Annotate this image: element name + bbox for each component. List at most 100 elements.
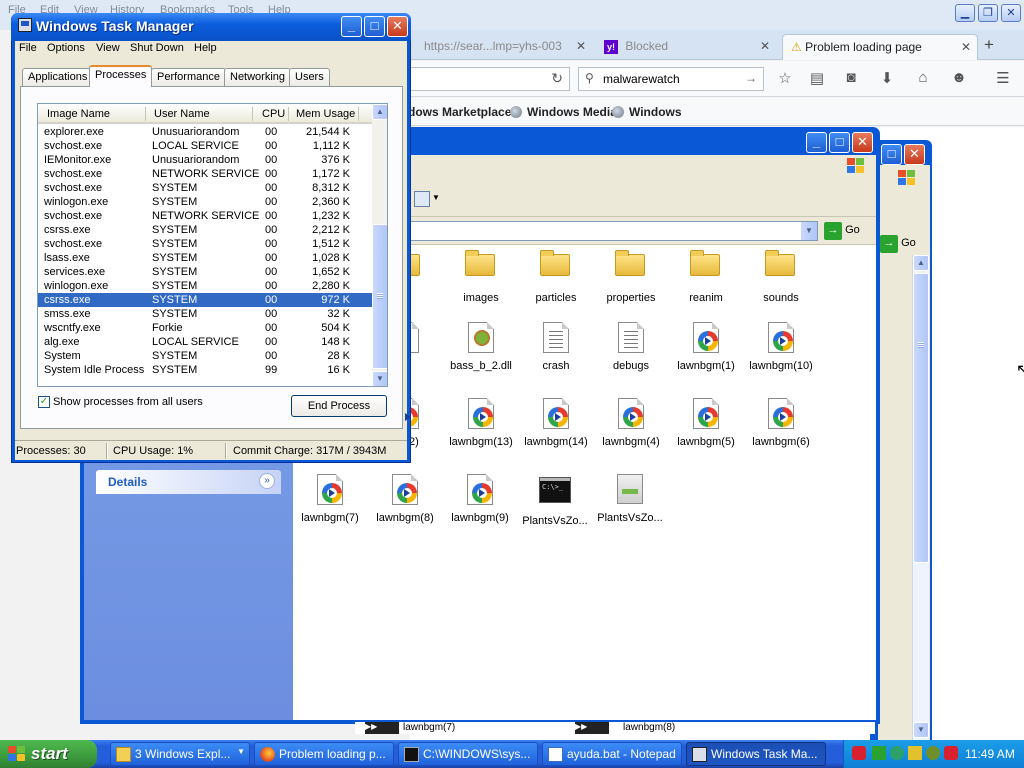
file-item[interactable]: PlantsVsZo... [592,474,668,546]
taskbar-task-manager[interactable]: Windows Task Ma... [686,742,826,766]
bookmark-windows[interactable]: Windows [612,105,682,119]
tm-menu-help[interactable]: Help [194,42,217,54]
ff-url-bar[interactable]: ↻ [410,67,570,91]
tm-menu-view[interactable]: View [96,42,120,54]
taskbar-cmd[interactable]: C:\WINDOWS\sys... [398,742,538,766]
end-process-button[interactable]: End Process [291,395,387,417]
download-icon[interactable]: ⬇ [876,69,898,89]
col-image-name[interactable]: Image Name [47,108,110,120]
file-item[interactable]: lawnbgm(14) [518,398,594,470]
tm-close-button[interactable]: ✕ [387,16,408,37]
scroll-down-button[interactable]: ▼ [372,371,387,386]
scroll-thumb[interactable] [372,224,387,369]
col-user-name[interactable]: User Name [154,108,210,120]
file-item[interactable]: lawnbgm(5) [668,398,744,470]
exp2-maximize-button[interactable]: □ [881,144,902,165]
star-icon[interactable]: ☆ [774,69,796,89]
globe-icon[interactable] [926,746,940,760]
pocket-icon[interactable]: ◙ [840,69,862,89]
exp1-close-button[interactable]: ✕ [852,132,873,153]
antivirus-icon[interactable] [944,746,958,760]
tm-menu-file[interactable]: File [19,42,37,54]
col-mem-usage[interactable]: Mem Usage [296,108,355,120]
exp1-go-button[interactable]: → Go [824,222,876,242]
bookmark-windows-media[interactable]: Windows Media [510,105,617,119]
exp1-address-input[interactable]: ▼ [402,221,818,241]
process-row[interactable]: IEMonitor.exe Unusuariorandom 00 376 K [38,153,372,167]
ff-search-input[interactable]: ⚲ malwarewatch → [578,67,764,91]
tab-applications[interactable]: Applications [22,68,94,86]
file-item[interactable]: debugs [593,322,669,394]
tools-icon[interactable] [908,746,922,760]
file-item[interactable]: particles [518,248,594,320]
file-item[interactable]: crash [518,322,594,394]
process-row[interactable]: svchost.exe SYSTEM 00 8,312 K [38,181,372,195]
process-row[interactable]: explorer.exe Unusuariorandom 00 21,544 K [38,125,372,139]
col-cpu[interactable]: CPU [262,108,285,120]
expand-chevron-icon[interactable]: » [259,473,275,489]
process-list-scrollbar[interactable]: ▲ ▼ [372,104,387,386]
process-row[interactable]: winlogon.exe SYSTEM 00 2,280 K [38,279,372,293]
process-row[interactable]: services.exe SYSTEM 00 1,652 K [38,265,372,279]
close-icon[interactable]: ✕ [961,40,971,54]
smiley-icon[interactable]: ☻ [948,69,970,89]
scroll-down-button[interactable]: ▼ [913,722,929,738]
exp2-close-button[interactable]: ✕ [904,144,925,165]
file-item[interactable]: lawnbgm(9) [442,474,518,546]
process-row[interactable]: svchost.exe NETWORK SERVICE 00 1,172 K [38,167,372,181]
reading-list-icon[interactable]: ▤ [806,69,828,89]
taskbar-firefox[interactable]: Problem loading p... [254,742,394,766]
views-icon[interactable] [414,191,430,207]
process-row[interactable]: lsass.exe SYSTEM 00 1,028 K [38,251,372,265]
file-item[interactable]: images [443,248,519,320]
details-panel-header[interactable]: Details » [96,470,281,494]
show-all-processes-checkbox[interactable]: ✓ [38,396,50,408]
ff-minimize-button[interactable]: ▁ [955,4,975,22]
file-item[interactable]: sounds [743,248,819,320]
process-row[interactable]: System Idle Process SYSTEM 99 16 K [38,363,372,377]
ff-close-button[interactable]: ✕ [1001,4,1021,22]
file-item[interactable]: C:\>_ PlantsVsZo... [517,474,593,546]
process-row[interactable]: alg.exe LOCAL SERVICE 00 148 K [38,335,372,349]
network-icon[interactable] [872,746,886,760]
process-row[interactable]: smss.exe SYSTEM 00 32 K [38,307,372,321]
process-row[interactable]: System SYSTEM 00 28 K [38,349,372,363]
exp1-minimize-button[interactable]: _ [806,132,827,153]
exp1-maximize-button[interactable]: □ [829,132,850,153]
menu-icon[interactable]: ☰ [992,69,1014,89]
file-item[interactable]: reanim [668,248,744,320]
file-item[interactable]: lawnbgm(13) [443,398,519,470]
bookmark-marketplace[interactable]: dows Marketplace [408,105,511,119]
process-row[interactable]: svchost.exe NETWORK SERVICE 00 1,232 K [38,209,372,223]
file-item[interactable]: properties [593,248,669,320]
scroll-thumb[interactable] [913,273,929,563]
reload-icon[interactable]: ↻ [551,70,563,87]
tm-minimize-button[interactable]: _ [341,16,362,37]
tm-menu-shutdown[interactable]: Shut Down [130,42,184,54]
arrow-right-icon[interactable]: → [745,71,757,85]
new-tab-icon[interactable]: + [984,35,994,55]
tab-performance[interactable]: Performance [151,68,226,86]
tab-processes[interactable]: Processes [89,65,153,87]
tm-maximize-button[interactable]: □ [364,16,385,37]
chevron-down-icon[interactable]: ▼ [432,193,440,202]
taskbar-explorer[interactable]: 3 Windows Expl... ▼ [110,742,250,766]
home-icon[interactable]: ⌂ [912,69,934,89]
scroll-up-button[interactable]: ▲ [372,104,387,120]
tab-networking[interactable]: Networking [224,68,292,86]
shield-icon[interactable] [852,746,866,760]
file-item[interactable]: lawnbgm(8) [367,474,443,546]
tm-menu-options[interactable]: Options [47,42,85,54]
file-item[interactable]: bass_b_2.dll [443,322,519,394]
ff-tab-blocked[interactable]: y! Blocked ✕ [596,34,776,60]
process-row[interactable]: csrss.exe SYSTEM 00 972 K [38,293,372,307]
process-row[interactable]: wscntfy.exe Forkie 00 504 K [38,321,372,335]
file-item[interactable]: lawnbgm(7) [292,474,368,546]
close-icon[interactable]: ✕ [576,39,586,53]
taskbar-notepad[interactable]: ayuda.bat - Notepad [542,742,682,766]
close-icon[interactable]: ✕ [760,39,770,53]
file-item[interactable]: lawnbgm(4) [593,398,669,470]
process-row[interactable]: csrss.exe SYSTEM 00 2,212 K [38,223,372,237]
ff-tab-search[interactable]: https://sear...lmp=yhs-003 ✕ [416,34,592,60]
process-row[interactable]: svchost.exe SYSTEM 00 1,512 K [38,237,372,251]
